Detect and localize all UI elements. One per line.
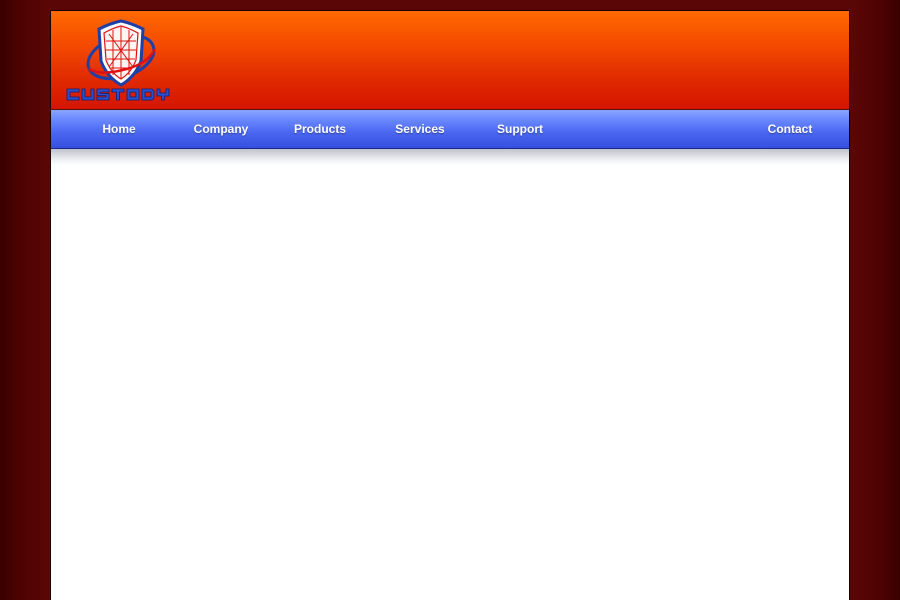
shield-globe-logo-icon (66, 19, 170, 101)
nav-item-products[interactable]: Products (285, 110, 355, 148)
nav-item-home[interactable]: Home (89, 110, 149, 148)
nav-shadow (51, 149, 849, 165)
nav-item-company[interactable]: Company (186, 110, 256, 148)
page-container: Home Company Products Services Support C… (50, 10, 850, 600)
main-content (51, 165, 849, 600)
nav-item-services[interactable]: Services (385, 110, 455, 148)
custody-logo[interactable] (63, 19, 183, 101)
main-nav: Home Company Products Services Support C… (51, 110, 849, 149)
nav-item-support[interactable]: Support (485, 110, 555, 148)
nav-item-contact[interactable]: Contact (755, 110, 825, 148)
site-header (51, 11, 849, 110)
